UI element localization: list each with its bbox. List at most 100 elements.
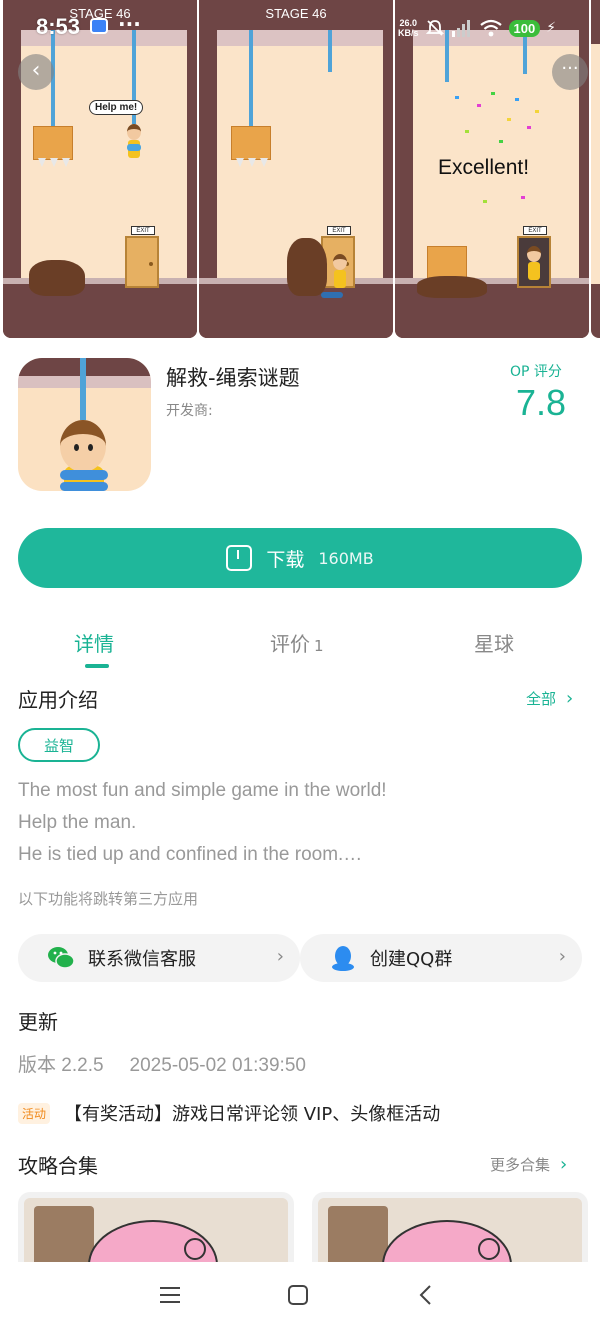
confetti bbox=[521, 196, 525, 199]
person-body bbox=[528, 262, 540, 280]
wechat-icon bbox=[48, 947, 75, 969]
wechat-service-label: 联系微信客服 bbox=[88, 949, 196, 970]
download-label: 下载 bbox=[266, 548, 305, 571]
chevron-right-icon: › bbox=[560, 1154, 568, 1175]
intro-all-link[interactable]: 全部 › bbox=[526, 688, 573, 709]
confetti bbox=[465, 130, 469, 133]
download-button[interactable]: 下载 160MB bbox=[18, 528, 582, 588]
third-party-notice: 以下功能将跳转第三方应用 bbox=[18, 890, 199, 908]
system-navigation-bar bbox=[0, 1262, 600, 1333]
person-head bbox=[333, 254, 347, 270]
rope bbox=[249, 30, 253, 126]
home-button[interactable] bbox=[278, 1280, 318, 1316]
description-line: He is tied up and confined in the room.… bbox=[18, 844, 363, 865]
stage-label: STAGE 46 bbox=[265, 6, 327, 21]
chevron-right-icon: › bbox=[276, 946, 284, 967]
game-ceiling-edge bbox=[199, 30, 393, 46]
guides-more-label: 更多合集 bbox=[490, 1156, 551, 1174]
screenshot-4-peek[interactable] bbox=[591, 0, 600, 338]
download-size: 160MB bbox=[318, 548, 374, 568]
op-rating-score: 7.8 bbox=[516, 382, 567, 423]
event-link[interactable]: 【有奖活动】游戏日常评论领 VIP、头像框活动 bbox=[64, 1100, 440, 1126]
exit-sign: EXIT bbox=[523, 226, 547, 235]
description-line: The most fun and simple game in the worl… bbox=[18, 780, 387, 801]
confetti bbox=[477, 104, 481, 107]
network-speed-unit: KB/s bbox=[398, 28, 419, 38]
rope-pile bbox=[321, 292, 343, 298]
exit-sign: EXIT bbox=[327, 226, 351, 235]
exit-door bbox=[125, 236, 159, 288]
qq-group-label: 创建QQ群 bbox=[370, 949, 453, 970]
tab-count: 1 bbox=[314, 637, 324, 655]
confetti bbox=[499, 140, 503, 143]
person-body bbox=[334, 270, 346, 288]
qq-icon bbox=[332, 946, 354, 971]
rope-binding bbox=[127, 144, 141, 151]
confetti bbox=[455, 96, 459, 99]
tab-planet[interactable]: 星球 bbox=[474, 628, 514, 657]
developer-label: 开发商: bbox=[166, 403, 213, 419]
back-button[interactable]: ‹ bbox=[18, 54, 54, 90]
confetti bbox=[491, 92, 495, 95]
confetti bbox=[507, 118, 511, 121]
status-time: 8:53 bbox=[36, 14, 81, 39]
qq-group-button[interactable]: 创建QQ群 › bbox=[300, 934, 582, 982]
battery-level: 100 bbox=[508, 19, 541, 37]
menu-button[interactable] bbox=[150, 1280, 190, 1316]
guides-more-link[interactable]: 更多合集 › bbox=[490, 1154, 567, 1175]
event-badge: 活动 bbox=[18, 1103, 51, 1124]
tab-label: 评价 bbox=[270, 632, 310, 656]
update-title: 更新 bbox=[18, 1010, 58, 1034]
more-dots-icon: ··· bbox=[561, 58, 579, 79]
more-notifications-icon: ··· bbox=[118, 12, 141, 36]
menu-icon bbox=[160, 1287, 180, 1303]
network-speed: 26.0 KB/s bbox=[398, 18, 419, 38]
screenshot-gallery[interactable]: STAGE 46 Help me! EXIT STAGE 46 EXIT Exc… bbox=[0, 0, 600, 338]
guide-card[interactable] bbox=[18, 1192, 294, 1272]
wifi-icon bbox=[479, 19, 502, 37]
more-button[interactable]: ··· bbox=[552, 54, 588, 90]
network-speed-value: 26.0 bbox=[399, 18, 418, 28]
chevron-left-icon: ‹ bbox=[31, 58, 41, 83]
download-icon bbox=[226, 545, 253, 571]
guides-title: 攻略合集 bbox=[18, 1154, 98, 1178]
bear bbox=[287, 238, 327, 296]
signal-icon bbox=[451, 20, 470, 37]
crate bbox=[231, 126, 271, 167]
chevron-right-icon: › bbox=[566, 688, 574, 709]
op-rating-label: OP 评分 bbox=[510, 364, 562, 380]
version-info: 版本 2.2.5 2025-05-02 01:39:50 bbox=[18, 1050, 306, 1077]
tab-details[interactable]: 详情 bbox=[74, 628, 114, 657]
tab-reviews[interactable]: 评价 1 bbox=[270, 628, 324, 657]
version-number: 版本 2.2.5 bbox=[18, 1055, 104, 1076]
wechat-service-button[interactable]: 联系微信客服 › bbox=[18, 934, 300, 982]
intro-title: 应用介绍 bbox=[18, 688, 98, 712]
confetti bbox=[483, 200, 487, 203]
guide-card[interactable] bbox=[312, 1192, 588, 1272]
back-nav-button[interactable] bbox=[406, 1280, 446, 1316]
app-notification-icon bbox=[90, 18, 108, 34]
speech-bubble: Help me! bbox=[89, 100, 144, 115]
tab-label: 详情 bbox=[74, 632, 114, 656]
tab-active-indicator bbox=[85, 664, 109, 668]
game-ceiling bbox=[591, 0, 600, 44]
description-line: Help the man. bbox=[18, 812, 137, 833]
crate bbox=[33, 126, 73, 167]
screenshot-2[interactable]: STAGE 46 EXIT bbox=[199, 0, 393, 338]
update-date: 2025-05-02 01:39:50 bbox=[129, 1055, 306, 1076]
exit-sign: EXIT bbox=[131, 226, 155, 235]
screenshot-3[interactable]: Excellent! EXIT bbox=[395, 0, 589, 338]
intro-all-label: 全部 bbox=[526, 690, 557, 708]
back-icon bbox=[419, 1285, 431, 1305]
category-tag[interactable]: 益智 bbox=[18, 728, 100, 762]
game-floor bbox=[591, 284, 600, 338]
person-head bbox=[527, 246, 541, 262]
chevron-right-icon: › bbox=[558, 946, 566, 967]
confetti bbox=[535, 110, 539, 113]
home-icon bbox=[288, 1285, 308, 1305]
person-head bbox=[127, 124, 141, 140]
app-title: 解救-绳索谜题 bbox=[166, 366, 300, 390]
charging-icon: ⚡ bbox=[546, 20, 557, 36]
bear bbox=[417, 276, 487, 298]
screenshot-1[interactable]: STAGE 46 Help me! EXIT bbox=[3, 0, 197, 338]
